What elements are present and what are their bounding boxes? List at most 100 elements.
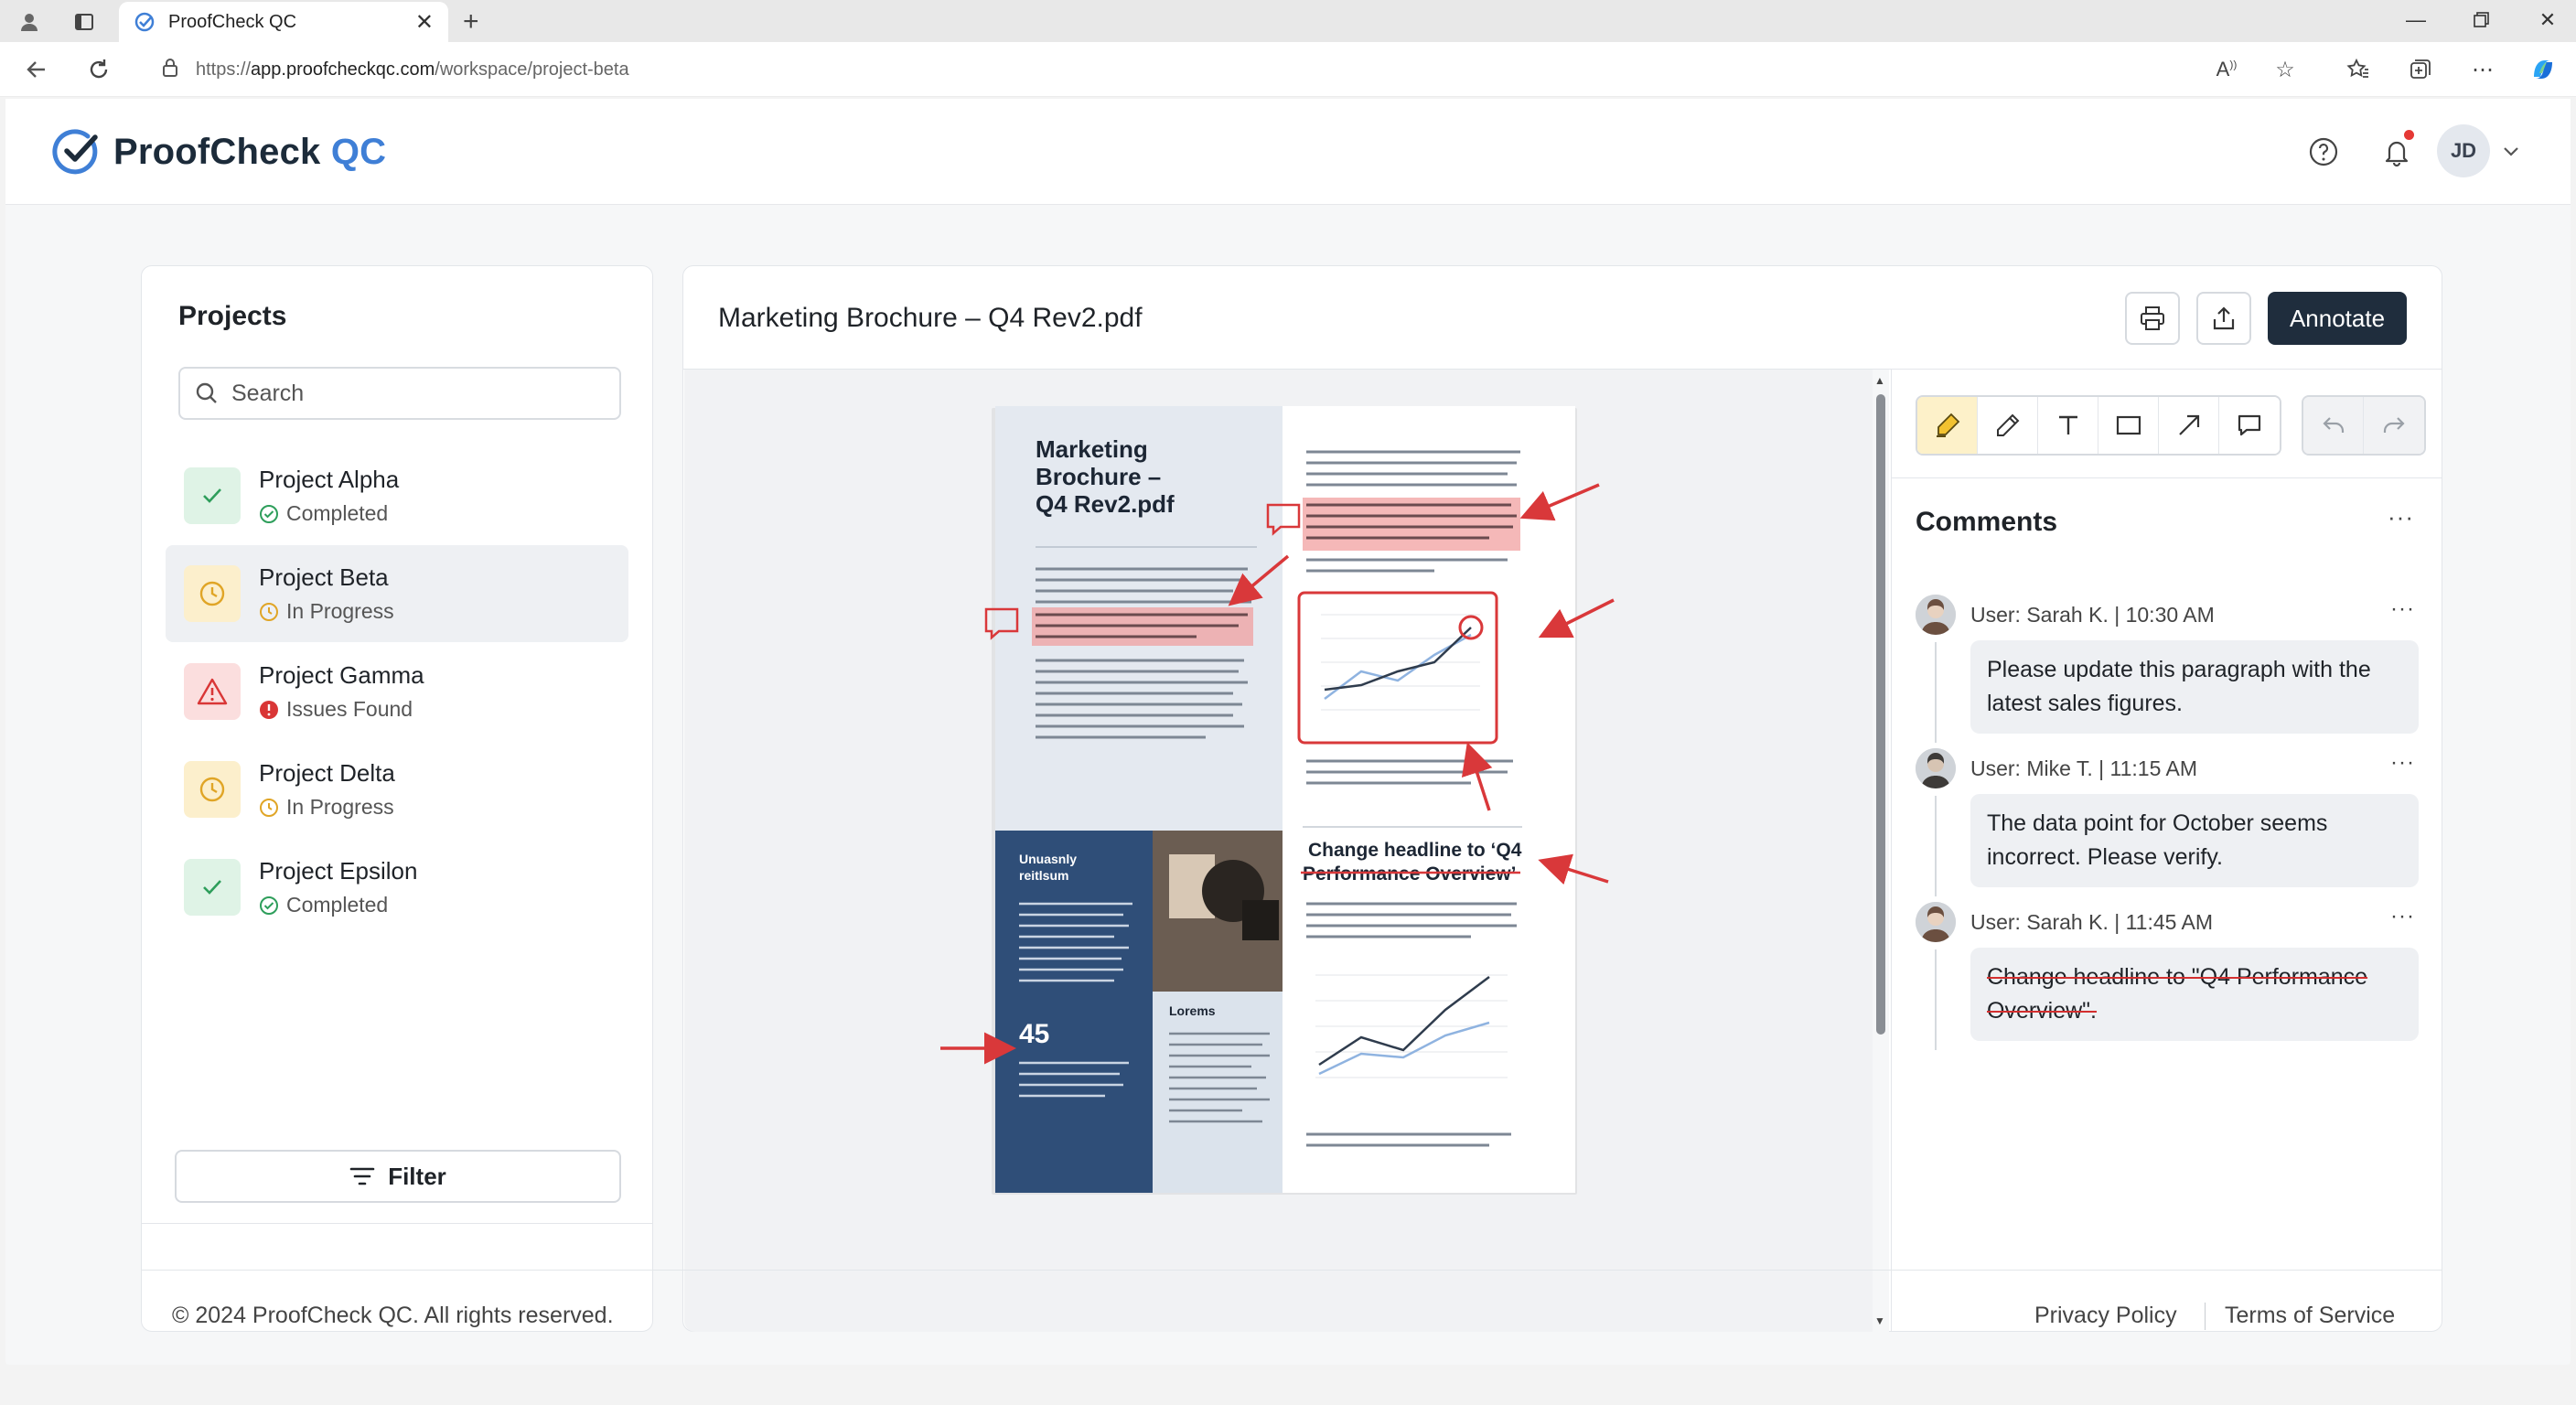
clock-icon: [259, 798, 279, 818]
collections-icon[interactable]: [2404, 53, 2437, 86]
comments-title: Comments: [1916, 507, 2058, 537]
tab-close-icon[interactable]: ✕: [415, 9, 434, 36]
url-field[interactable]: https://app.proofcheckqc.com/workspace/p…: [139, 50, 2353, 89]
brand-logo[interactable]: ProofCheck QC: [51, 126, 386, 177]
url-path: /workspace/project-beta: [435, 59, 629, 80]
document-canvas[interactable]: Marketing Brochure – Q4 Rev2.pdf Change …: [684, 370, 1873, 1332]
project-item[interactable]: Project Gamma Issues Found: [166, 643, 628, 740]
upload-share-icon: [2213, 306, 2235, 330]
redo-button[interactable]: [2364, 397, 2424, 454]
comment-tool[interactable]: [2219, 397, 2280, 454]
copilot-icon[interactable]: [2527, 53, 2560, 86]
comment-item: User: Mike T. | 11:15 AM ··· The data poin…: [1916, 748, 2428, 887]
check-icon: [199, 874, 226, 901]
browser-window: ProofCheck QC ✕ + — ✕ https://app.proofc…: [0, 0, 2576, 1405]
comment-text: Please update this paragraph with the la…: [1970, 640, 2419, 734]
project-status-badge: [184, 467, 241, 524]
tab-actions-icon[interactable]: [70, 7, 99, 37]
canvas-scroll-thumb[interactable]: [1876, 394, 1885, 1035]
filter-label: Filter: [388, 1162, 446, 1190]
lock-icon: [161, 58, 179, 82]
arrow-tool[interactable]: [2159, 397, 2219, 454]
check-circle-icon: [259, 896, 279, 916]
annotate-button[interactable]: Annotate: [2268, 292, 2407, 345]
close-window-icon[interactable]: ✕: [2525, 5, 2571, 35]
more-options-icon[interactable]: ⋯: [2466, 53, 2499, 86]
project-item[interactable]: Project Beta In Progress: [166, 545, 628, 642]
footer-separator: [2205, 1303, 2206, 1330]
undo-icon: [2322, 417, 2344, 433]
clock-icon: [259, 602, 279, 622]
privacy-policy-link[interactable]: Privacy Policy: [2034, 1303, 2177, 1329]
clock-icon: [198, 579, 227, 608]
text-tool[interactable]: [2038, 397, 2098, 454]
check-circle-icon: [259, 504, 279, 524]
comment-more-icon[interactable]: ···: [2390, 750, 2415, 776]
pencil-icon: [1996, 413, 2019, 436]
projects-title: Projects: [178, 301, 287, 331]
annotation-toolbar: [1916, 395, 2426, 456]
svg-text:Performance Overview’: Performance Overview’: [1303, 863, 1516, 885]
text-icon: [2058, 415, 2077, 434]
search-icon: [196, 382, 217, 403]
comments-more-icon[interactable]: ···: [2388, 503, 2414, 531]
read-aloud-icon[interactable]: A)): [2210, 53, 2243, 86]
tab-strip: ProofCheck QC ✕ + — ✕: [0, 0, 2576, 42]
filter-button[interactable]: Filter: [175, 1150, 621, 1203]
filter-icon: [349, 1166, 375, 1186]
favorite-star-icon[interactable]: ☆: [2269, 53, 2302, 86]
project-item[interactable]: Project Delta In Progress: [166, 741, 628, 838]
project-item[interactable]: Project Alpha Completed: [166, 447, 628, 544]
maximize-icon[interactable]: [2459, 5, 2505, 35]
project-item[interactable]: Project Epsilon Completed: [166, 839, 628, 936]
minimize-icon[interactable]: —: [2393, 5, 2439, 35]
back-icon[interactable]: [20, 53, 53, 86]
projects-panel: Projects Search Project Alpha Completed Pr…: [141, 265, 653, 1332]
help-icon[interactable]: [2303, 132, 2344, 172]
project-status: In Progress: [286, 795, 394, 819]
chevron-down-icon[interactable]: [2503, 139, 2519, 163]
undo-button[interactable]: [2303, 397, 2364, 454]
project-name: Project Epsilon: [259, 857, 418, 885]
url-prefix: https://: [196, 59, 252, 80]
comment-avatar: [1916, 748, 1956, 788]
share-button[interactable]: [2196, 292, 2251, 345]
clock-icon: [198, 775, 227, 804]
alert-circle-icon: [259, 700, 279, 720]
favorites-icon[interactable]: [2342, 53, 2375, 86]
browser-tab-active[interactable]: ProofCheck QC ✕: [119, 2, 448, 42]
rectangle-tool[interactable]: [2098, 397, 2159, 454]
svg-text:Brochure –: Brochure –: [1036, 463, 1161, 490]
brand-name: ProofCheck QC: [113, 132, 386, 173]
profile-icon[interactable]: [15, 7, 44, 37]
notification-dot: [2404, 130, 2414, 140]
caption-text: Lorems: [1169, 1003, 1216, 1018]
scroll-up-icon[interactable]: ▲: [1874, 374, 1885, 387]
user-avatar[interactable]: JD: [2437, 124, 2490, 177]
arrow-icon: [2178, 414, 2199, 435]
terms-of-service-link[interactable]: Terms of Service: [2225, 1303, 2395, 1329]
project-search-input[interactable]: Search: [178, 367, 621, 420]
project-status: Completed: [286, 893, 389, 917]
comment-item: User: Sarah K. | 10:30 AM ··· Please updat…: [1916, 595, 2428, 734]
comment-more-icon[interactable]: ···: [2390, 596, 2415, 622]
highlighter-tool[interactable]: [1917, 397, 1978, 454]
project-list: Project Alpha Completed Project Beta In Pro…: [166, 447, 628, 937]
highlighter-icon: [1936, 413, 1959, 437]
filter-divider: [142, 1223, 652, 1224]
comment-avatar: [1916, 902, 1956, 942]
annotation-sidebar: Comments ··· User: Sarah K. | 10:30 AM ··…: [1891, 370, 2442, 1332]
comment-author: User: Sarah K. | 10:30 AM: [1970, 602, 2215, 627]
new-tab-icon[interactable]: +: [463, 6, 479, 38]
scroll-down-icon[interactable]: ▼: [1874, 1314, 1885, 1327]
refresh-icon[interactable]: [82, 53, 115, 86]
svg-text:Marketing: Marketing: [1036, 435, 1148, 463]
tab-title: ProofCheck QC: [168, 11, 297, 32]
pencil-tool[interactable]: [1978, 397, 2038, 454]
app-header: ProofCheck QC JD: [5, 99, 2571, 205]
footer-divider: [141, 1270, 2442, 1271]
comment-author: User: Mike T. | 11:15 AM: [1970, 756, 2197, 780]
brochure-page-preview: Marketing Brochure – Q4 Rev2.pdf Change …: [940, 406, 1615, 1195]
print-button[interactable]: [2125, 292, 2180, 345]
comment-more-icon[interactable]: ···: [2390, 904, 2415, 929]
